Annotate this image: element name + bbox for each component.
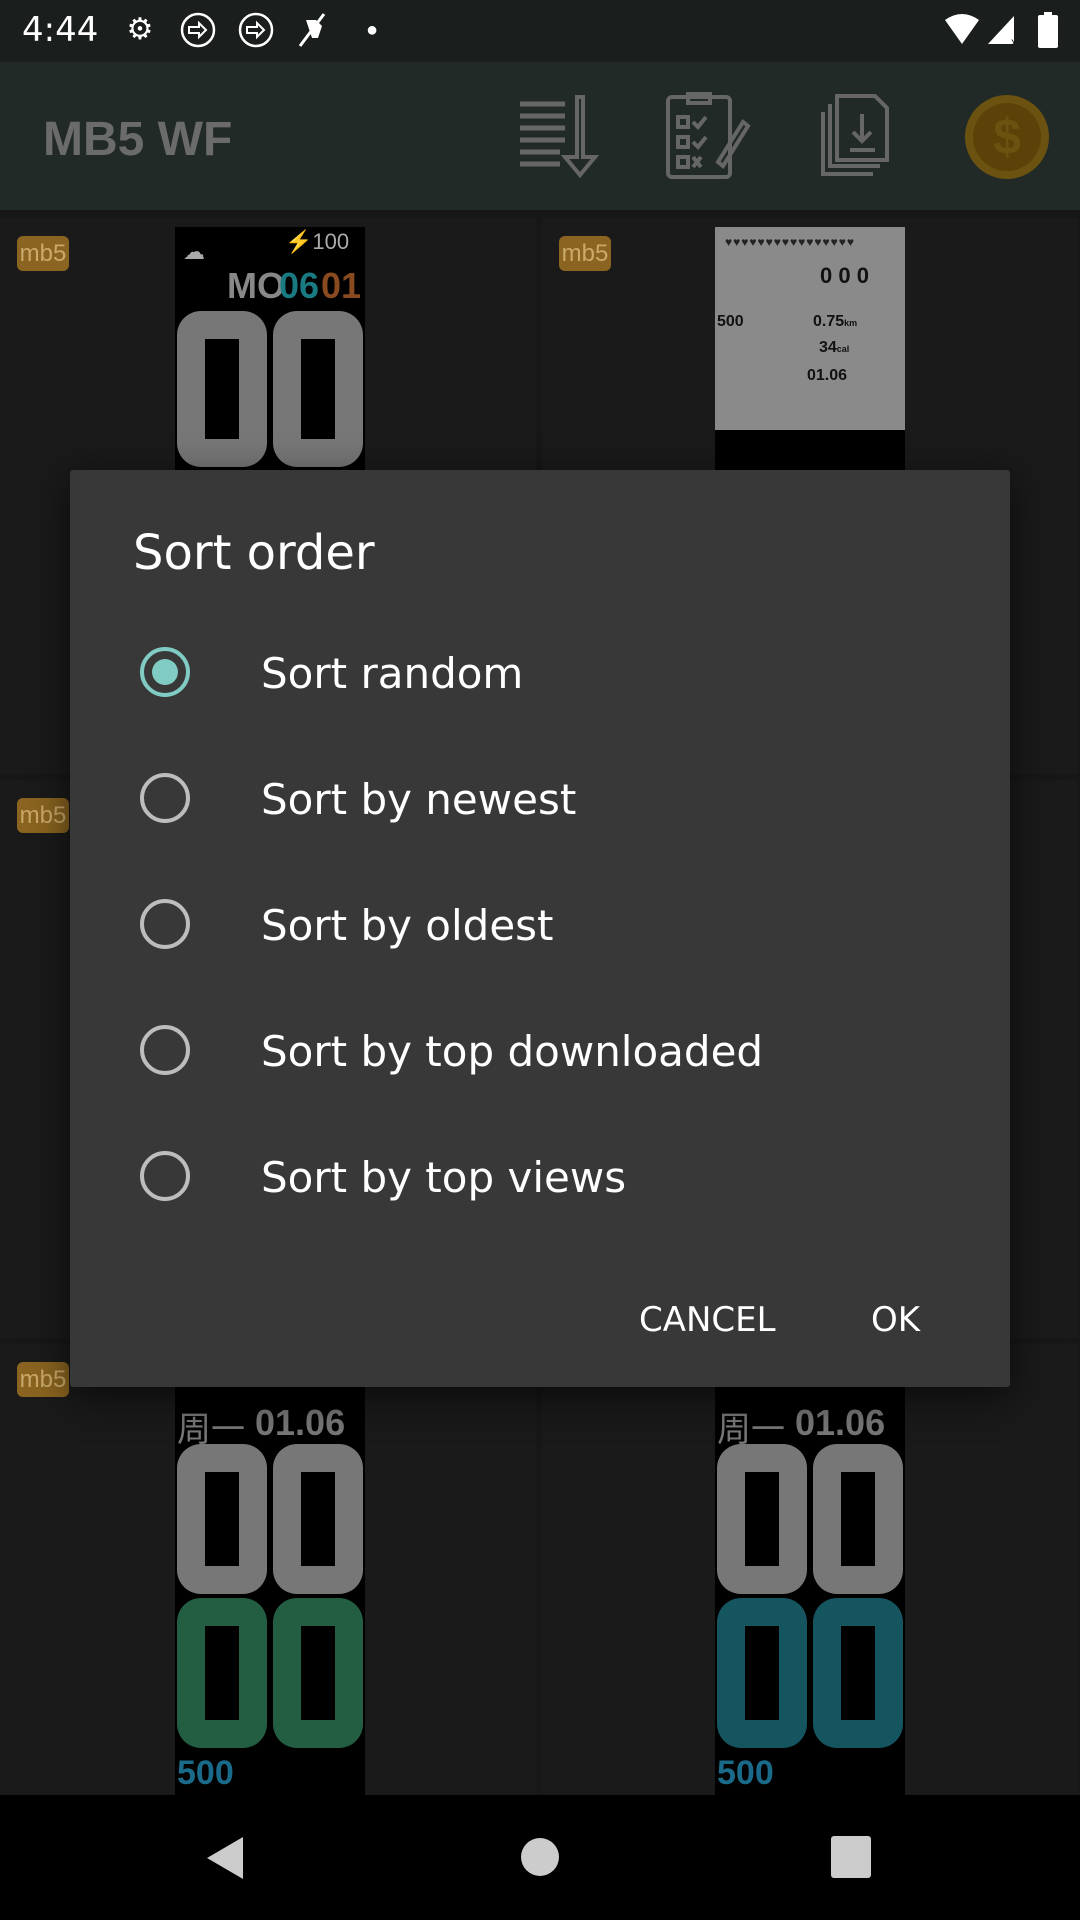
option-label: Sort by top downloaded	[261, 1027, 764, 1076]
radio-button[interactable]	[140, 647, 190, 697]
sort-order-dialog: Sort order Sort random Sort by newest So…	[70, 470, 1010, 1387]
ok-button[interactable]: OK	[857, 1290, 934, 1350]
option-sort-top-downloaded[interactable]: Sort by top downloaded	[70, 987, 1010, 1113]
dialog-title: Sort order	[133, 525, 375, 581]
option-label: Sort by oldest	[261, 901, 554, 950]
option-label: Sort by newest	[261, 775, 577, 824]
radio-button[interactable]	[140, 899, 190, 949]
option-sort-oldest[interactable]: Sort by oldest	[70, 861, 1010, 987]
option-label: Sort by top views	[261, 1153, 627, 1202]
navigation-bar	[0, 1795, 1080, 1920]
option-sort-top-views[interactable]: Sort by top views	[70, 1113, 1010, 1239]
cancel-button[interactable]: CANCEL	[625, 1290, 790, 1350]
radio-button[interactable]	[140, 773, 190, 823]
option-sort-random[interactable]: Sort random	[70, 609, 1010, 735]
recents-icon[interactable]	[830, 1835, 872, 1879]
home-icon[interactable]	[520, 1834, 560, 1880]
option-label: Sort random	[261, 649, 524, 698]
option-sort-newest[interactable]: Sort by newest	[70, 735, 1010, 861]
back-icon[interactable]	[205, 1835, 245, 1881]
radio-button[interactable]	[140, 1151, 190, 1201]
radio-button[interactable]	[140, 1025, 190, 1075]
